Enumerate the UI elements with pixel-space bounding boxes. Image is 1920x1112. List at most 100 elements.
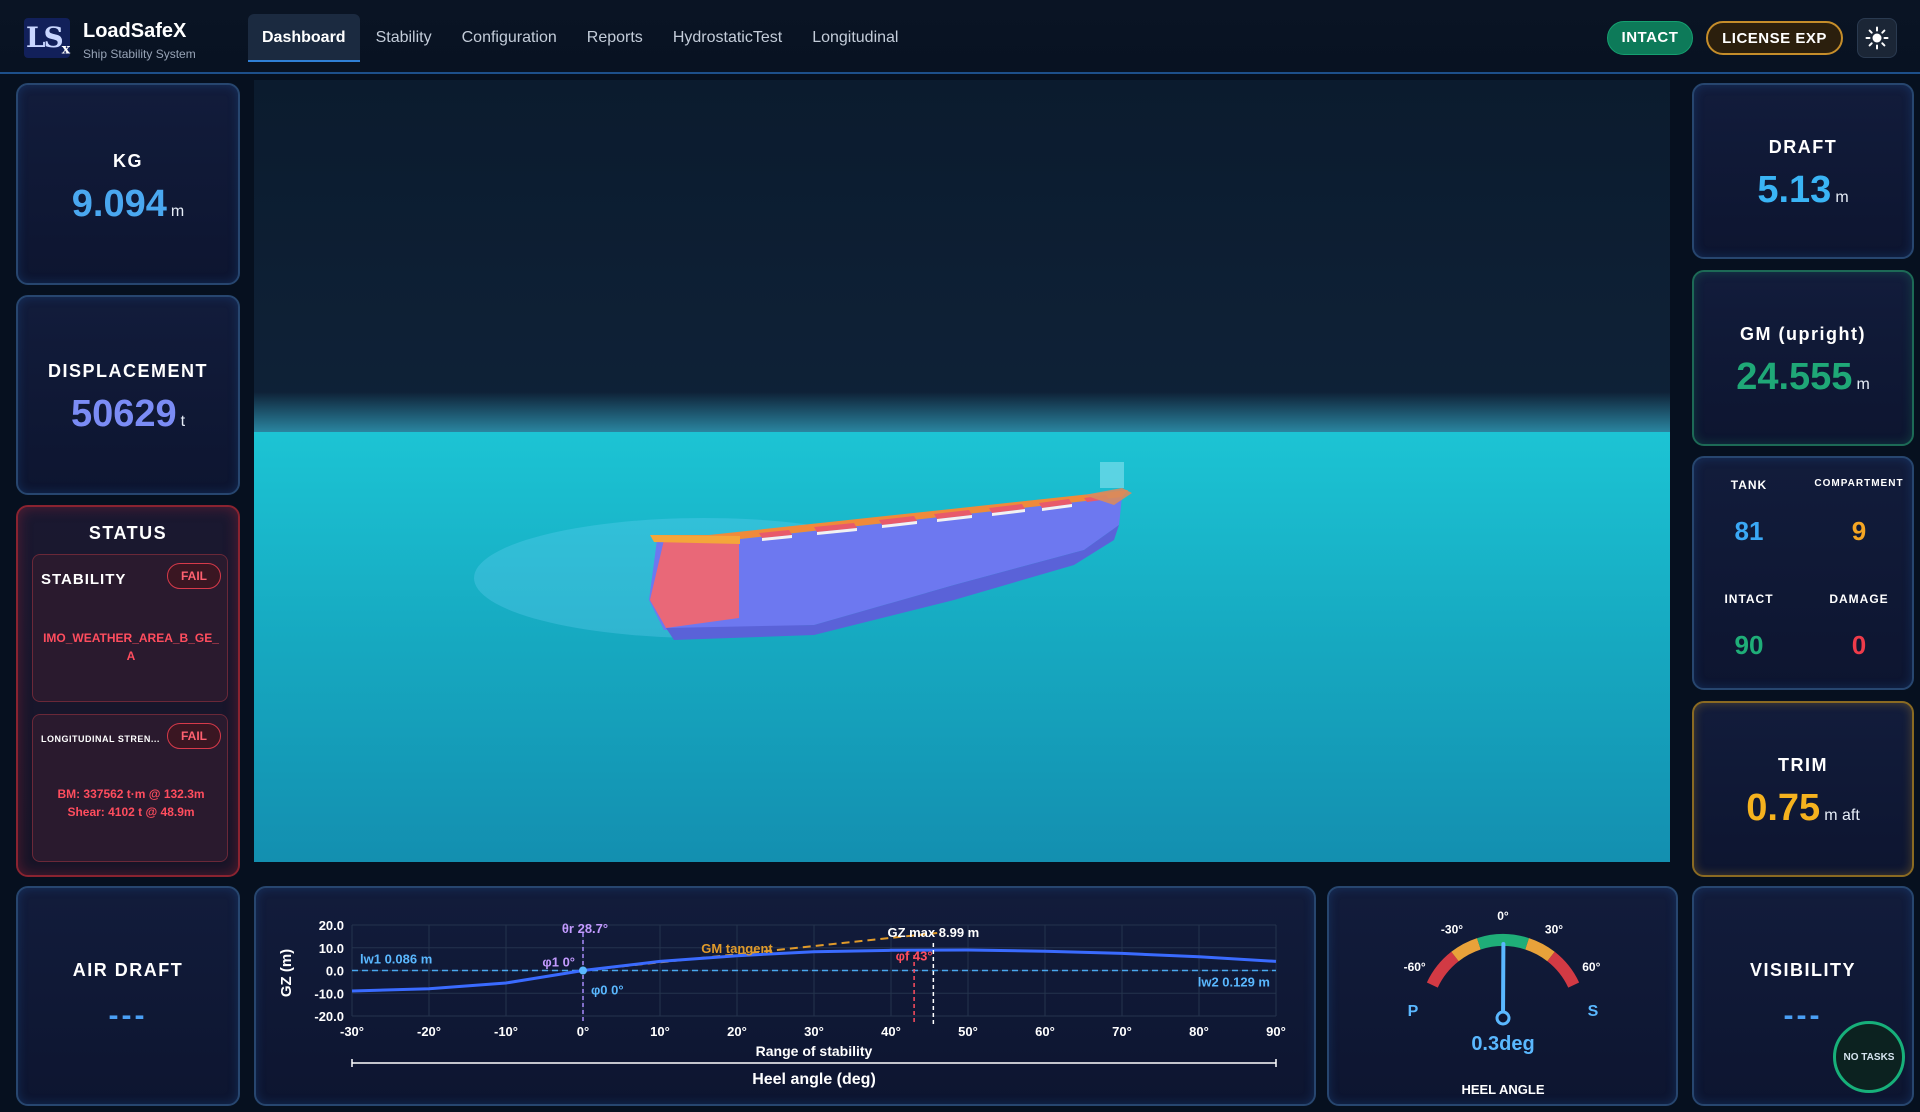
kg-card: KG 9.094 m [16,83,240,285]
displacement-unit: t [180,413,186,430]
gauge-tick-label: -60° [1404,960,1426,974]
top-nav-bar: LSx LoadSafeX Ship Stability System Dash… [0,0,1920,74]
heel-angle-title: HEEL ANGLE [1461,1082,1544,1097]
gz-x-axis-label: Heel angle (deg) [752,1071,876,1088]
air-draft-value: --- [108,999,148,1032]
intact-count[interactable]: 90 [1694,630,1804,661]
gz-x-tick-label: 20° [727,1024,747,1039]
air-draft-card: AIR DRAFT --- [16,886,240,1106]
intact-label: INTACT [1724,592,1774,606]
trim-value-row: 0.75 m aft [1694,787,1912,830]
damage-count[interactable]: 0 [1804,630,1914,661]
gz-x-tick-label: 90° [1266,1024,1286,1039]
port-label: P [1408,1003,1419,1020]
tab-hydrostatic-test[interactable]: HydrostaticTest [659,14,796,62]
draft-title: DRAFT [1768,137,1838,157]
gz-max-label: GZ max 8.99 m [887,925,979,940]
kg-title: KG [113,151,143,171]
gm-value-row: 24.555 m [1694,356,1912,399]
theme-toggle-button[interactable] [1857,18,1897,58]
gm-card: GM (upright) 24.555 m [1692,270,1914,446]
stability-status-title: STABILITY [41,571,127,588]
draft-card: DRAFT 5.13 m [1692,83,1914,259]
ship-model[interactable] [254,80,1670,862]
gz-x-tick-label: 60° [1035,1024,1055,1039]
kg-value: 9.094 [71,183,167,225]
stability-status-panel[interactable]: STABILITY FAIL IMO_WEATHER_AREA_B_GE_A [32,554,228,702]
tab-stability[interactable]: Stability [362,14,446,62]
app-name: LoadSafeX [83,20,187,42]
displacement-card: DISPLACEMENT 50629 t [16,295,240,495]
damage-label: DAMAGE [1829,592,1889,606]
kg-value-row: 9.094 m [18,183,238,226]
gz-y-tick-label: 20.0 [319,918,344,933]
license-exp-badge[interactable]: LICENSE EXP [1706,21,1843,55]
gm-tangent-label: GM tangent [701,941,773,956]
air-draft-value-row: --- [18,992,238,1035]
range-of-stability-label: Range of stability [756,1043,873,1059]
gz-x-tick-label: 50° [958,1024,978,1039]
gz-x-tick-label: 70° [1112,1024,1132,1039]
starboard-label: S [1588,1003,1599,1020]
sun-icon [1865,26,1889,50]
app-logo[interactable]: LSx [24,18,70,58]
phi0-label: φ0 0° [591,983,624,998]
gauge-arc-segment [1525,938,1555,962]
gauge-arc-segment [1547,951,1580,988]
ship-3d-viewport[interactable] [254,80,1670,862]
tab-dashboard[interactable]: Dashboard [248,14,360,62]
draft-value-row: 5.13 m [1694,169,1912,212]
gz-y-tick-label: -10.0 [314,986,344,1001]
draft-value: 5.13 [1757,169,1832,211]
gz-y-tick-label: 0.0 [326,964,344,979]
theta-r-label: θr 28.7° [562,921,608,936]
phi-f-label: φf 43° [896,949,933,964]
trim-value: 0.75 [1746,787,1821,829]
no-tasks-button[interactable]: NO TASKS [1833,1021,1905,1093]
stability-fail-criterion: IMO_WEATHER_AREA_B_GE_A [43,631,219,663]
gz-x-tick-label: -30° [340,1024,364,1039]
lw2-label: lw2 0.129 m [1198,975,1270,990]
gz-origin-point [579,966,587,975]
gz-y-tick-label: -20.0 [314,1009,344,1024]
nav-tabs: Dashboard Stability Configuration Report… [248,14,914,62]
draft-unit: m [1835,189,1849,206]
trim-title: TRIM [1778,755,1828,775]
tab-reports[interactable]: Reports [573,14,657,62]
tab-configuration[interactable]: Configuration [448,14,571,62]
tab-longitudinal[interactable]: Longitudinal [798,14,912,62]
compartment-count[interactable]: 9 [1804,516,1914,547]
tank-count[interactable]: 81 [1694,516,1804,547]
gauge-arc-segment [1451,938,1481,962]
heel-angle-card: -60° -30° 0° 30° 60° P S 0.3deg HEEL ANGLE [1327,886,1678,1106]
gm-title: GM (upright) [1740,324,1866,344]
gz-x-tick-label: -10° [494,1024,518,1039]
gz-x-tick-label: 80° [1189,1024,1209,1039]
intact-badge[interactable]: INTACT [1607,21,1693,55]
gauge-tick-label: 60° [1582,960,1600,974]
compartment-label: COMPARTMENT [1814,478,1904,489]
heel-angle-gauge: -60° -30° 0° 30° 60° P S 0.3deg HEEL ANGLE [1404,909,1601,1097]
heel-angle-value: 0.3deg [1471,1033,1534,1055]
gz-x-tick-label: -20° [417,1024,441,1039]
gz-x-tick-label: 30° [804,1024,824,1039]
lw1-label: lw1 0.086 m [360,952,432,967]
longitudinal-fail-badge: FAIL [167,723,221,749]
status-card: STATUS STABILITY FAIL IMO_WEATHER_AREA_B… [16,505,240,877]
visibility-value: --- [1783,999,1823,1032]
status-title: STATUS [88,523,168,543]
phi1-label: φ1 0° [542,955,575,970]
bending-moment-text: BM: 337562 t·m @ 132.3m [57,787,205,801]
gz-curve-chart[interactable]: 20.0 10.0 0.0 -10.0 -20.0-30° -20° -10° 0° 10° 20… [256,888,1314,1104]
gauge-tick-label: -30° [1441,923,1463,937]
gz-y-tick-label: 10.0 [319,941,344,956]
displacement-title: DISPLACEMENT [47,361,208,381]
gauge-tick-label: 30° [1545,923,1563,937]
tank-label: TANK [1730,478,1768,492]
displacement-value: 50629 [70,393,177,435]
gauge-tick-label: 0° [1497,909,1509,923]
air-draft-title: AIR DRAFT [72,960,184,980]
gz-y-axis-label: GZ (m) [278,949,295,997]
longitudinal-status-panel[interactable]: LONGITUDINAL STREN... FAIL BM: 337562 t·… [32,714,228,862]
gz-x-tick-label: 0° [577,1024,589,1039]
